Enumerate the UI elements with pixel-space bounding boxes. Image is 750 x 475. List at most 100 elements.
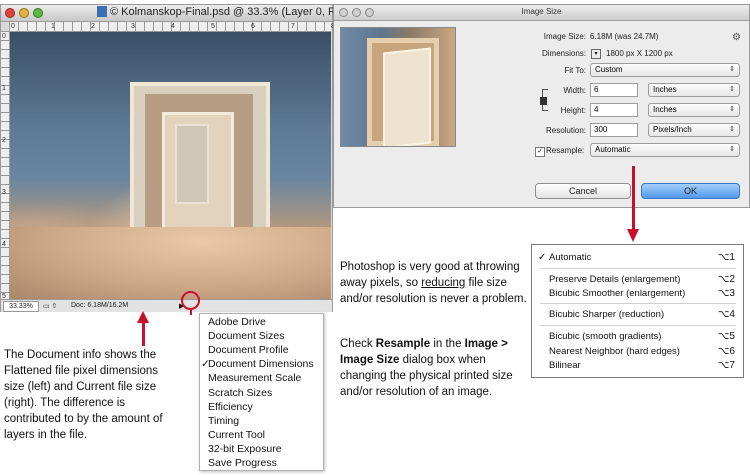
resample-menu-shortcut: ⌥2 [717, 274, 735, 285]
checkmark-icon: ✓ [538, 252, 547, 263]
resample-select[interactable]: Automatic ⇕ [590, 143, 740, 157]
resolution-input[interactable]: 300 [590, 123, 638, 137]
dimensions-value: 1800 px X 1200 px [606, 49, 673, 58]
image-size-dialog: Image Size Image Size: 6.18M (was 24.7M)… [333, 4, 750, 208]
height-input[interactable]: 4 [590, 103, 638, 117]
height-unit-select[interactable]: Inches ⇕ [648, 103, 740, 117]
resample-menu-item[interactable]: ✓ Automatic ⌥1 [532, 252, 743, 265]
resample-value: Automatic [595, 145, 631, 154]
close-window-button[interactable] [5, 8, 15, 18]
resample-menu-item-label: Bilinear [549, 360, 581, 371]
resample-menu-item[interactable]: Bicubic Sharper (reduction) ⌥4 [532, 309, 743, 322]
mid1-underlined: reducing [421, 277, 466, 289]
fit-to-select[interactable]: Custom ⇕ [590, 63, 740, 77]
width-input[interactable]: 6 [590, 83, 638, 97]
info-menu-item[interactable]: Document Profile [208, 344, 289, 356]
info-menu-item[interactable]: Current Tool [208, 429, 265, 441]
ruler-tick-label: 4 [2, 241, 6, 248]
top-ruler: 012345678 [9, 22, 335, 32]
info-menu-item[interactable]: Document Sizes [208, 330, 284, 342]
resample-menu-item[interactable]: Bilinear ⌥7 [532, 360, 743, 373]
ruler-tick-label: 1 [2, 85, 6, 92]
resample-label: Resample: [546, 146, 585, 155]
select-caret-icon: ⇕ [729, 106, 735, 113]
info-menu-item[interactable]: Adobe Drive [208, 316, 266, 328]
info-menu-item[interactable]: Timing [208, 415, 239, 427]
canvas-photo[interactable] [10, 32, 331, 299]
ruler-tick-label: 2 [2, 137, 6, 144]
info-menu-item-label: Efficiency [208, 400, 253, 413]
photo-sand [10, 227, 331, 299]
resample-menu-item-label: Bicubic Smoother (enlargement) [549, 288, 686, 299]
info-menu-item[interactable]: Save Progress [208, 457, 277, 469]
ruler-tick-label: 1 [51, 23, 55, 30]
status-icons: ▭ ⇧ [43, 303, 58, 310]
ruler-tick-label: 0 [11, 23, 15, 30]
mid2-bold-resample: Resample [375, 338, 431, 350]
highlight-circle [181, 291, 200, 310]
info-menu-item-label: Save Progress [208, 457, 277, 469]
menu-separator [540, 325, 736, 326]
document-titlebar: © Kolmanskop-Final.psd @ 33.3% (Layer 0,… [1, 5, 361, 22]
select-caret-icon: ⇕ [729, 126, 735, 133]
info-menu-item-label: Current Tool [208, 428, 266, 441]
resample-menu-item[interactable]: Bicubic (smooth gradients) ⌥5 [532, 331, 743, 344]
arrow-down-shaft [632, 166, 635, 230]
resample-menu-shortcut: ⌥7 [717, 360, 735, 371]
ok-button[interactable]: OK [641, 183, 740, 199]
ruler-tick-label: 3 [2, 189, 6, 196]
height-unit-value: Inches [653, 105, 677, 114]
fit-to-value: Custom [595, 65, 623, 74]
gear-icon[interactable]: ⚙ [732, 32, 741, 43]
resample-menu: ✓ Automatic ⌥1 Preserve Details (enlargemen… [531, 244, 744, 378]
middle-caption-1: Photoshop is very good at throwing away … [340, 259, 530, 307]
document-status-bar: 33.33% ▭ ⇧ Doc: 6.18M/16.2M ▶ [1, 299, 332, 312]
arrow-up-shaft [142, 322, 145, 346]
dialog-title: Image Size [521, 7, 562, 16]
cancel-button[interactable]: Cancel [535, 183, 631, 199]
select-caret-icon: ⇕ [729, 146, 735, 153]
resample-menu-item-label: Automatic [549, 252, 592, 263]
select-caret-icon: ⇕ [729, 86, 735, 93]
info-menu-item[interactable]: 32-bit Exposure [208, 443, 282, 455]
zoom-window-button[interactable] [33, 8, 43, 18]
info-menu-item-label: Measurement Scale [208, 372, 302, 385]
info-menu-item[interactable]: Measurement Scale [208, 372, 301, 384]
zoom-level-field[interactable]: 33.33% [3, 301, 39, 312]
ruler-tick-label: 7 [291, 23, 295, 30]
checkmark-icon: ✓ [201, 358, 210, 371]
arrow-up-head-icon [137, 311, 149, 323]
resample-menu-item[interactable]: Nearest Neighbor (hard edges) ⌥6 [532, 346, 743, 359]
dimensions-label: Dimensions: [541, 49, 586, 58]
ruler-tick-label: 6 [251, 23, 255, 30]
circle-connector [190, 310, 192, 315]
mid2-part-c: in the [430, 338, 465, 350]
psd-file-icon [97, 6, 107, 17]
document-info-text: Doc: 6.18M/16.2M [71, 302, 129, 309]
resample-checkbox[interactable]: ✓ [535, 147, 545, 157]
width-unit-value: Inches [653, 85, 677, 94]
resample-menu-shortcut: ⌥4 [717, 309, 735, 320]
width-unit-select[interactable]: Inches ⇕ [648, 83, 740, 97]
info-menu-item-label: Document Profile [208, 344, 289, 357]
image-preview[interactable] [340, 27, 456, 147]
ruler-tick-label: 4 [171, 23, 175, 30]
info-menu-item[interactable]: ✓ Document Dimensions [201, 358, 314, 371]
resolution-label: Resolution: [545, 126, 586, 135]
height-label: Height: [560, 106, 586, 115]
resolution-unit-value: Pixels/Inch [653, 125, 692, 134]
middle-caption-2: Check Resample in the Image > Image Size… [340, 336, 530, 400]
left-caption: The Document info shows the Flattened fi… [4, 349, 163, 441]
resolution-unit-select[interactable]: Pixels/Inch ⇕ [648, 123, 740, 137]
dimensions-unit-dropdown-icon[interactable]: ▾ [591, 49, 601, 59]
image-size-value: 6.18M (was 24.7M) [590, 32, 659, 41]
minimize-window-button[interactable] [19, 8, 29, 18]
info-menu-item[interactable]: Scratch Sizes [208, 387, 272, 399]
info-menu-item[interactable]: Efficiency [208, 401, 253, 413]
document-title-text: © Kolmanskop-Final.psd @ 33.3% (Layer 0,… [110, 6, 361, 18]
select-caret-icon: ⇕ [729, 66, 735, 73]
chain-link-icon[interactable] [540, 97, 547, 105]
resample-menu-item[interactable]: Preserve Details (enlargement) ⌥2 [532, 274, 743, 287]
info-menu-item-label: Document Dimensions [208, 358, 314, 371]
resample-menu-item[interactable]: Bicubic Smoother (enlargement) ⌥3 [532, 288, 743, 301]
